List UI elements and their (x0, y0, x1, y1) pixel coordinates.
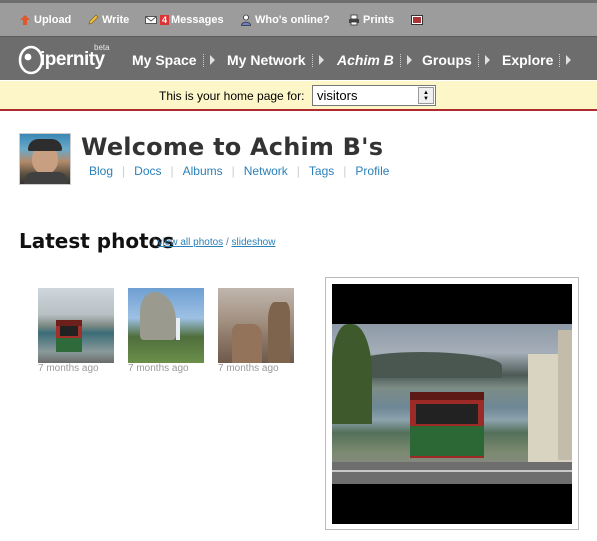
chevron-right-icon[interactable] (209, 55, 215, 65)
nav-separator (399, 53, 401, 67)
nav-explore-label: Explore (502, 52, 554, 68)
featured-photo-scene (332, 324, 572, 484)
home-page-audience-select[interactable]: visitors ▲ ▼ (312, 85, 436, 106)
photo-date: 7 months ago (128, 363, 189, 374)
thumb-rock-dome (140, 292, 176, 340)
select-arrows-icon[interactable]: ▲ ▼ (418, 87, 434, 104)
thumb-rock (268, 302, 290, 363)
whos-online-link[interactable]: Who's online? (240, 14, 330, 26)
home-page-audience-value: visitors (317, 88, 358, 103)
nav-achim[interactable]: Achim B (337, 52, 412, 68)
chevron-right-icon[interactable] (318, 55, 324, 65)
scene-cable-car-windows (416, 404, 478, 424)
nav-separator (559, 53, 561, 67)
avatar-shirt (24, 172, 68, 184)
nav-separator (202, 53, 204, 67)
upload-icon (20, 15, 30, 25)
nav-my-space-label: My Space (132, 52, 197, 68)
thumb-rock (232, 324, 262, 363)
profile-subnav: Blog | Docs | Albums | Network | Tags | … (89, 164, 389, 178)
subnav-divider: | (296, 164, 300, 178)
messages-link[interactable]: 4 Messages (145, 14, 224, 26)
nav-my-space[interactable]: My Space (132, 52, 215, 68)
slideshow-link[interactable]: slideshow (232, 237, 276, 248)
subnav-blog[interactable]: Blog (89, 164, 113, 178)
link-separator: / (152, 237, 155, 248)
nav-my-network-label: My Network (227, 52, 306, 68)
envelope-icon (145, 16, 157, 24)
subnav-divider: | (170, 164, 174, 178)
logo-text: ipernity (40, 49, 105, 70)
subnav-profile[interactable]: Profile (355, 164, 389, 178)
messages-label: Messages (171, 14, 224, 26)
home-page-bar: This is your home page for: visitors ▲ ▼ (0, 81, 597, 111)
chevron-right-icon[interactable] (406, 55, 412, 65)
photo-date: 7 months ago (38, 363, 99, 374)
subnav-tags[interactable]: Tags (309, 164, 334, 178)
nav-separator (311, 53, 313, 67)
nav-achim-label: Achim B (337, 52, 394, 68)
view-all-photos-link[interactable]: view all photos (158, 237, 224, 248)
top-utility-bar: Upload Write 4 Messages Who's online? Pr… (0, 0, 597, 36)
thumb-waterfall (176, 318, 180, 340)
thumb-tram-window (60, 326, 78, 336)
scene-tree (332, 324, 372, 424)
scene-hill (352, 352, 502, 378)
subnav-docs[interactable]: Docs (134, 164, 161, 178)
avatar[interactable] (19, 133, 71, 185)
subnav-network[interactable]: Network (244, 164, 288, 178)
chevron-right-icon[interactable] (484, 55, 490, 65)
person-icon (241, 14, 251, 26)
scene-cable-car-base (410, 426, 484, 456)
scene-building (558, 330, 572, 460)
whos-online-label: Who's online? (255, 14, 330, 26)
nav-separator (477, 53, 479, 67)
subnav-divider: | (343, 164, 347, 178)
home-page-label: This is your home page for: (159, 89, 305, 103)
write-label: Write (102, 14, 130, 26)
subnav-divider: | (231, 164, 235, 178)
photo-thumbnail-3[interactable] (218, 288, 294, 363)
photo-thumbnail-2[interactable] (128, 288, 204, 363)
printer-icon (349, 14, 359, 26)
upload-link[interactable]: Upload (19, 14, 71, 26)
pencil-icon (88, 14, 99, 25)
photo-thumbnail-1[interactable] (38, 288, 114, 363)
nav-groups[interactable]: Groups (422, 52, 490, 68)
prints-link[interactable]: Prints (348, 14, 394, 26)
slideshow-toggle-link[interactable] (411, 14, 426, 26)
prints-label: Prints (363, 14, 395, 26)
logo-beta-badge: beta (94, 43, 110, 52)
page-title: Welcome to Achim B's (81, 133, 384, 161)
screen-icon (411, 15, 423, 25)
nav-groups-label: Groups (422, 52, 472, 68)
scene-road (332, 462, 572, 484)
messages-count-badge: 4 (160, 15, 170, 25)
nav-my-network[interactable]: My Network (227, 52, 324, 68)
main-navbar: ipernity beta My Space My Network Achim … (0, 36, 597, 80)
chevron-right-icon[interactable] (566, 55, 572, 65)
scene-rail (332, 470, 572, 472)
subnav-albums[interactable]: Albums (183, 164, 223, 178)
link-separator: / (225, 237, 229, 248)
latest-photos-links: / view all photos / slideshow (152, 237, 275, 248)
photo-date: 7 months ago (218, 363, 279, 374)
latest-photos-heading: Latest photos (19, 229, 175, 253)
featured-photo[interactable] (332, 284, 572, 524)
nav-explore[interactable]: Explore (502, 52, 572, 68)
avatar-cap (28, 139, 62, 151)
subnav-divider: | (122, 164, 126, 178)
upload-label: Upload (34, 14, 72, 26)
write-link[interactable]: Write (87, 14, 129, 26)
thumb-tram-base (56, 338, 82, 352)
ipernity-logo[interactable]: ipernity beta (18, 43, 118, 75)
